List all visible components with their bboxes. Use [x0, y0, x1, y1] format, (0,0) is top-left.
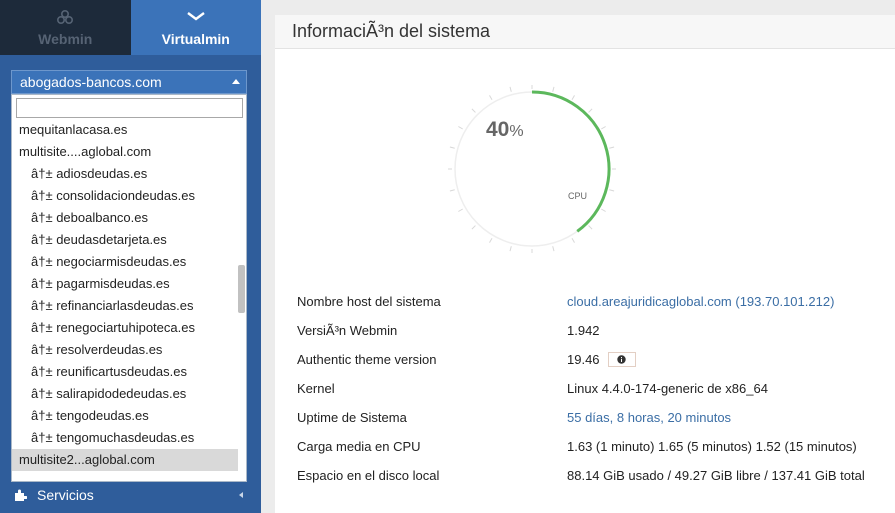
chevron-down-icon — [185, 8, 207, 26]
info-row: Espacio en el disco local 88.14 GiB usado… — [297, 461, 887, 490]
info-key: VersiÃ³n Webmin — [297, 323, 398, 338]
info-key: Uptime de Sistema — [297, 410, 407, 425]
domain-filter-input[interactable] — [16, 98, 243, 118]
domain-option[interactable]: â†± reunificartusdeudas.es — [12, 361, 238, 383]
gauge-tick — [471, 225, 476, 230]
gauge-tick — [601, 208, 606, 212]
sidebar: Webmin Virtualmin abogados-bancos.com me… — [0, 0, 261, 513]
gauge-tick — [552, 86, 555, 92]
domain-option[interactable]: â†± consolidaciondeudas.es — [12, 185, 238, 207]
info-key: Carga media en CPU — [297, 439, 421, 454]
domain-option[interactable]: â†± adiosdeudas.es — [12, 163, 238, 185]
gauge-tick — [588, 225, 593, 230]
domain-option[interactable]: â†± deudasdetarjeta.es — [12, 229, 238, 251]
info-value-text: cloud.areajuridicaglobal.com (193.70.101… — [567, 294, 835, 309]
gauge-tick — [458, 126, 463, 130]
gauge-tick — [449, 189, 455, 192]
info-row: Authentic theme version 19.46 — [297, 345, 887, 374]
tab-virtualmin-label: Virtualmin — [161, 31, 230, 47]
system-info-table: Nombre host del sistema cloud.areajuridic… — [297, 287, 887, 490]
gauge-tick — [552, 246, 555, 252]
puzzle-icon — [15, 489, 27, 501]
tab-webmin-label: Webmin — [38, 31, 93, 47]
chevron-left-icon — [239, 492, 243, 498]
domain-option[interactable]: multisite2...aglobal.com — [12, 449, 238, 471]
gauge-tick — [571, 238, 575, 243]
gauge-tick — [609, 146, 615, 149]
domain-option[interactable]: â†± tengodeudas.es — [12, 405, 238, 427]
gauge-tick — [449, 146, 455, 149]
domain-option[interactable]: â†± salirapidodedeudas.es — [12, 383, 238, 405]
domain-select[interactable]: abogados-bancos.com — [11, 70, 247, 94]
gauge-tick — [458, 208, 463, 212]
gauge-fill-arc — [531, 90, 611, 233]
webmin-logo-icon — [54, 8, 76, 26]
info-value: Linux 4.4.0-174-generic de x86_64 — [567, 381, 768, 396]
info-row: Uptime de Sistema 55 días, 8 horas, 20 mi… — [297, 403, 887, 432]
domain-options-list: mequitanlacasa.es multisite....aglobal.co… — [12, 119, 238, 471]
sidebar-item-label: Servicios — [37, 487, 94, 503]
info-row: Carga media en CPU 1.63 (1 minuto) 1.65 (… — [297, 432, 887, 461]
domain-option[interactable]: â†± deboalbanco.es — [12, 207, 238, 229]
domain-option[interactable]: mequitanlacasa.es — [12, 119, 238, 141]
tab-webmin[interactable]: Webmin — [0, 0, 131, 55]
info-row: Nombre host del sistema cloud.areajuridic… — [297, 287, 887, 316]
info-value-text: 55 días, 8 horas, 20 minutos — [567, 410, 732, 425]
domain-option[interactable]: â†± pagarmisdeudas.es — [12, 273, 238, 295]
cpu-label: CPU — [568, 191, 588, 201]
domain-select-value: abogados-bancos.com — [20, 74, 162, 90]
info-row: Kernel Linux 4.4.0-174-generic de x86_64 — [297, 374, 887, 403]
gauge-tick — [471, 108, 476, 113]
dropdown-scrollbar[interactable] — [238, 265, 245, 313]
info-value-text: 19.46 — [567, 352, 600, 367]
cpu-unit: % — [509, 123, 524, 140]
page-title: InformaciÃ³n del sistema — [292, 21, 491, 41]
top-nav: Webmin Virtualmin — [0, 0, 261, 55]
domain-option[interactable]: â†± tengomuchasdeudas.es — [12, 427, 238, 449]
cpu-percent: 40% — [486, 118, 524, 142]
domain-option[interactable]: multisite....aglobal.com — [12, 141, 238, 163]
tab-virtualmin[interactable]: Virtualmin — [130, 0, 261, 55]
domain-dropdown: mequitanlacasa.es multisite....aglobal.co… — [11, 94, 247, 482]
page-header: InformaciÃ³n del sistema — [275, 15, 895, 49]
info-value[interactable]: cloud.areajuridicaglobal.com (193.70.101… — [567, 294, 834, 309]
domain-option[interactable]: â†± negociarmisdeudas.es — [12, 251, 238, 273]
cpu-value: 40 — [486, 118, 510, 141]
info-key: Kernel — [297, 381, 335, 396]
gauge-tick — [588, 108, 593, 113]
gauge-tick — [571, 95, 575, 100]
info-key: Nombre host del sistema — [297, 294, 441, 309]
info-value: 1.942 — [567, 323, 600, 338]
domain-option[interactable]: â†± renegociartuhipoteca.es — [12, 317, 238, 339]
info-key: Espacio en el disco local — [297, 468, 440, 483]
info-value-text: 1.63 (1 minuto) 1.65 (5 minutos) 1.52 (1… — [567, 439, 857, 454]
gauge-tick — [489, 238, 493, 243]
sidebar-item-servicios[interactable]: Servicios — [0, 483, 261, 507]
main-panel: InformaciÃ³n del sistema 40% CPU Nombre … — [275, 15, 895, 513]
domain-option[interactable]: â†± resolverdeudas.es — [12, 339, 238, 361]
info-value: 19.46 — [567, 352, 636, 367]
theme-info-button[interactable] — [607, 352, 636, 367]
info-value-text: 88.14 GiB usado / 49.27 GiB libre / 137.… — [567, 468, 865, 483]
info-value: 1.63 (1 minuto) 1.65 (5 minutos) 1.52 (1… — [567, 439, 857, 454]
info-value-text: Linux 4.4.0-174-generic de x86_64 — [567, 381, 768, 396]
gauge-tick — [509, 246, 512, 252]
gauge-tick — [609, 189, 615, 192]
caret-up-icon — [232, 79, 240, 84]
info-row: VersiÃ³n Webmin 1.942 — [297, 316, 887, 345]
gauge-tick — [601, 126, 606, 130]
info-value: 88.14 GiB usado / 49.27 GiB libre / 137.… — [567, 468, 865, 483]
cpu-gauge: 40% CPU — [447, 84, 617, 254]
info-key: Authentic theme version — [297, 352, 437, 367]
gauge-tick — [489, 95, 493, 100]
gauge-tick — [509, 86, 512, 92]
domain-option[interactable]: â†± refinanciarlasdeudas.es — [12, 295, 238, 317]
info-value-text: 1.942 — [567, 323, 600, 338]
info-icon — [617, 355, 626, 364]
info-value[interactable]: 55 días, 8 horas, 20 minutos — [567, 410, 731, 425]
